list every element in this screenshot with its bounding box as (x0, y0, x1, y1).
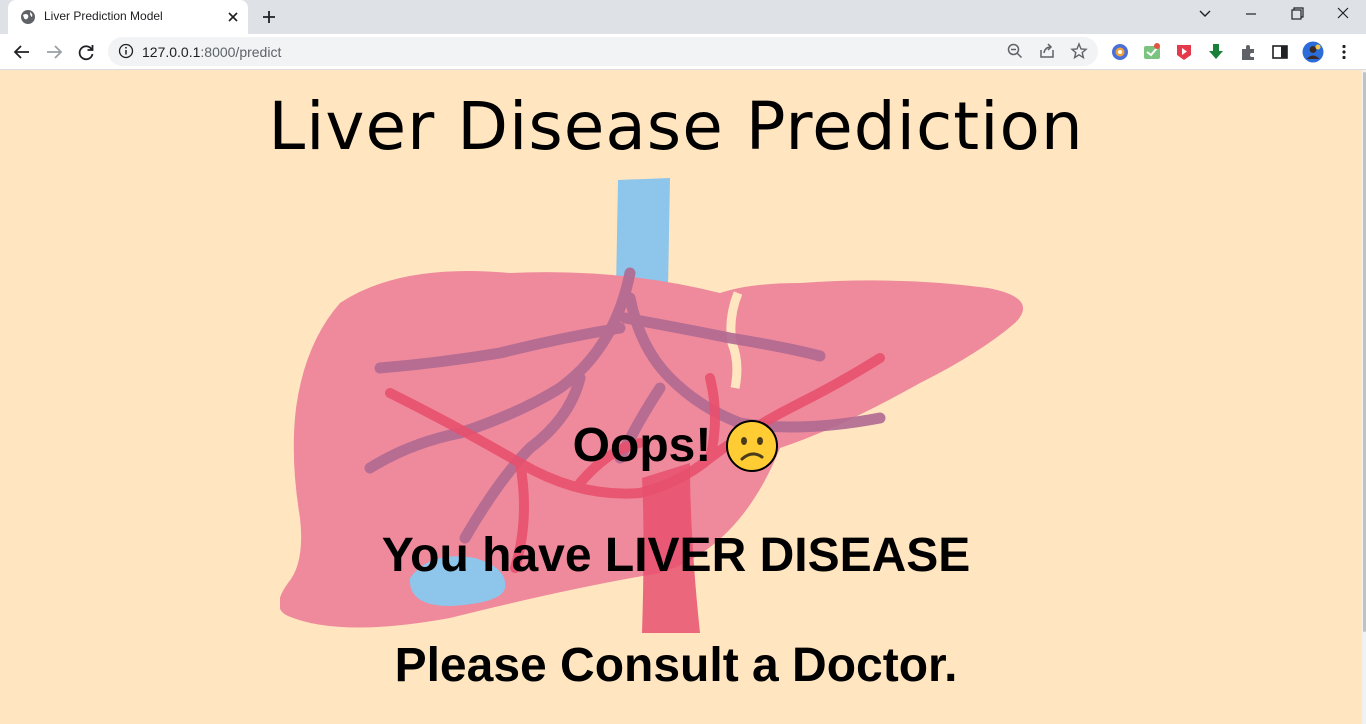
side-panel-icon[interactable] (1270, 42, 1290, 62)
tab-strip: Liver Prediction Model (0, 0, 1366, 34)
back-icon[interactable] (8, 38, 36, 66)
sad-face-icon (726, 419, 779, 472)
browser-toolbar: 127.0.0.1:8000/predict (0, 34, 1366, 70)
profile-avatar-icon[interactable] (1302, 41, 1324, 63)
extension-circle-icon[interactable] (1110, 42, 1130, 62)
url-path: :8000/predict (200, 44, 282, 60)
bookmark-star-icon[interactable] (1070, 42, 1088, 60)
restore-icon[interactable] (1274, 0, 1320, 30)
page-title: Liver Disease Prediction (268, 88, 1084, 165)
oops-text: Oops! (572, 419, 712, 472)
share-icon[interactable] (1038, 42, 1056, 60)
url-host: 127.0.0.1 (142, 44, 201, 60)
extensions-puzzle-icon[interactable] (1238, 42, 1258, 62)
active-tab[interactable]: Liver Prediction Model (8, 0, 248, 34)
close-window-icon[interactable] (1320, 0, 1366, 30)
advice-text: Please Consult a Doctor. (394, 639, 958, 692)
extension-check-icon[interactable] (1142, 42, 1162, 62)
url-text[interactable]: 127.0.0.1:8000/predict (142, 44, 281, 60)
tab-search-icon[interactable] (1182, 0, 1228, 30)
oops-row: Oops! (0, 418, 1352, 473)
download-arrow-icon[interactable] (1206, 42, 1226, 62)
tab-title: Liver Prediction Model (44, 9, 163, 23)
page-viewport: Liver Disease Prediction Oops! You have … (0, 70, 1366, 724)
menu-kebab-icon[interactable] (1334, 42, 1354, 62)
address-bar[interactable]: 127.0.0.1:8000/predict (108, 37, 1098, 66)
diagnosis-text: You have LIVER DISEASE (381, 529, 971, 582)
globe-icon (21, 10, 35, 24)
close-tab-icon[interactable] (224, 8, 242, 26)
forward-icon[interactable] (40, 38, 68, 66)
zoom-icon[interactable] (1006, 42, 1024, 60)
new-tab-icon[interactable] (258, 6, 280, 28)
extension-play-icon[interactable] (1174, 42, 1194, 62)
site-info-icon[interactable] (118, 43, 134, 59)
minimize-icon[interactable] (1228, 0, 1274, 30)
reload-icon[interactable] (72, 38, 100, 66)
